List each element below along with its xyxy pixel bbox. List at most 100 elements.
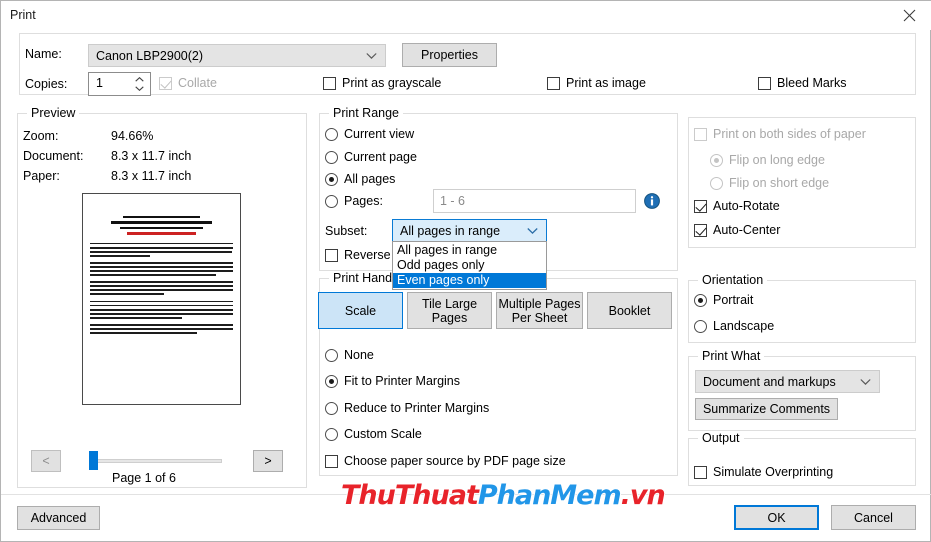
chevron-down-icon <box>527 227 538 234</box>
landscape-label: Landscape <box>713 319 775 333</box>
bleed-marks-label: Bleed Marks <box>777 76 847 90</box>
info-icon[interactable] <box>644 193 660 209</box>
window-title: Print <box>10 8 36 22</box>
collate-label: Collate <box>178 76 217 90</box>
flip-long-edge-label: Flip on long edge <box>729 153 825 167</box>
fit-margins-label: Fit to Printer Margins <box>344 374 461 388</box>
grayscale-check-box <box>323 76 336 90</box>
scale-none-radio <box>325 348 338 362</box>
tab-multiple-pages-per-sheet[interactable]: Multiple Pages Per Sheet <box>496 292 583 329</box>
radio-reduce-to-printer-margins[interactable]: Reduce to Printer Margins <box>325 401 489 415</box>
radio-flip-long-edge: Flip on long edge <box>710 153 825 167</box>
radio-portrait[interactable]: Portrait <box>694 293 753 307</box>
radio-pages[interactable]: Pages: <box>325 194 383 208</box>
summarize-comments-button[interactable]: Summarize Comments <box>695 398 838 420</box>
tab-scale[interactable]: Scale <box>318 292 403 329</box>
print-as-grayscale-checkbox[interactable]: Print as grayscale <box>323 76 441 90</box>
page-status-label: Page 1 of 6 <box>112 471 176 485</box>
subset-value: All pages in range <box>400 223 501 238</box>
ok-button[interactable]: OK <box>734 505 819 530</box>
print-as-image-checkbox[interactable]: Print as image <box>547 76 646 90</box>
radio-current-page[interactable]: Current page <box>325 150 417 164</box>
previous-page-button[interactable]: < <box>31 450 61 472</box>
subset-option-all-pages-in-range[interactable]: All pages in range <box>393 243 546 258</box>
print-range-legend: Print Range <box>329 106 404 120</box>
subset-dropdown-popup[interactable]: All pages in range Odd pages only Even p… <box>392 241 547 290</box>
printer-name-combo[interactable]: Canon LBP2900(2) <box>88 44 386 67</box>
chevron-up-icon <box>135 77 144 82</box>
site-watermark: ThuThuatPhanMem.vn <box>341 480 666 511</box>
orientation-legend: Orientation <box>698 273 768 287</box>
print-what-value: Document and markups <box>703 374 836 389</box>
copies-value: 1 <box>96 76 103 90</box>
portrait-label: Portrait <box>713 293 754 307</box>
custom-scale-label: Custom Scale <box>344 427 422 441</box>
radio-landscape[interactable]: Landscape <box>694 319 774 333</box>
output-legend: Output <box>698 431 744 445</box>
custom-scale-radio <box>325 427 338 441</box>
flip-short-edge-label: Flip on short edge <box>729 176 830 190</box>
simulate-overprinting-label: Simulate Overprinting <box>713 465 834 479</box>
paper-label: Paper: <box>23 169 60 183</box>
pages-radio <box>325 194 338 208</box>
auto-rotate-checkbox[interactable]: Auto-Rotate <box>694 199 780 213</box>
next-page-button[interactable]: > <box>253 450 283 472</box>
print-as-image-label: Print as image <box>566 76 646 90</box>
subset-option-odd-pages-only[interactable]: Odd pages only <box>393 258 546 273</box>
copies-spin-arrows[interactable] <box>132 73 147 95</box>
print-what-combo[interactable]: Document and markups <box>695 370 880 393</box>
bleed-marks-check-box <box>758 76 771 90</box>
pages-label: Pages: <box>344 194 383 208</box>
tab-booklet[interactable]: Booklet <box>587 292 672 329</box>
paper-value: 8.3 x 11.7 inch <box>111 169 192 183</box>
bleed-marks-checkbox[interactable]: Bleed Marks <box>758 76 846 90</box>
flip-long-edge-radio <box>710 153 723 167</box>
scale-none-label: None <box>344 348 374 362</box>
page-slider-track[interactable] <box>89 459 222 463</box>
auto-rotate-check-box <box>694 199 707 213</box>
chevron-down-icon <box>366 52 377 59</box>
advanced-button[interactable]: Advanced <box>17 506 100 530</box>
radio-custom-scale[interactable]: Custom Scale <box>325 427 422 441</box>
all-pages-radio <box>325 172 338 186</box>
radio-all-pages[interactable]: All pages <box>325 172 395 186</box>
thumbnail-heading-line <box>122 216 201 219</box>
pages-range-input[interactable]: 1 - 6 <box>433 189 636 213</box>
subset-combo[interactable]: All pages in range <box>392 219 547 242</box>
both-sides-check-box <box>694 127 707 141</box>
tab-tile-large-pages[interactable]: Tile Large Pages <box>407 292 492 329</box>
preview-legend: Preview <box>27 106 80 120</box>
auto-center-checkbox[interactable]: Auto-Center <box>694 223 780 237</box>
radio-current-view[interactable]: Current view <box>325 127 414 141</box>
subset-label: Subset: <box>325 224 368 238</box>
current-page-label: Current page <box>344 150 417 164</box>
cancel-button[interactable]: Cancel <box>831 505 916 530</box>
radio-fit-to-printer-margins[interactable]: Fit to Printer Margins <box>325 374 460 388</box>
subset-option-even-pages-only[interactable]: Even pages only <box>393 273 546 288</box>
watermark-part1: ThuThuat <box>341 480 479 511</box>
choose-paper-source-checkbox[interactable]: Choose paper source by PDF page size <box>325 454 566 468</box>
simulate-overprinting-check-box <box>694 465 707 479</box>
thumbnail-heading-line <box>120 226 203 230</box>
radio-scale-none[interactable]: None <box>325 348 374 362</box>
properties-button[interactable]: Properties <box>402 43 497 67</box>
copies-stepper[interactable]: 1 <box>88 72 151 96</box>
orientation-group: Orientation <box>688 273 916 343</box>
portrait-radio <box>694 293 707 307</box>
simulate-overprinting-checkbox[interactable]: Simulate Overprinting <box>694 465 833 479</box>
thumbnail-watermark-line <box>127 232 196 235</box>
chevron-down-icon <box>135 86 144 91</box>
page-preview-thumbnail <box>82 193 241 405</box>
flip-short-edge-radio <box>710 176 723 190</box>
fit-margins-radio <box>325 374 338 388</box>
print-as-image-check-box <box>547 76 560 90</box>
page-slider-thumb[interactable] <box>89 451 98 470</box>
both-sides-label: Print on both sides of paper <box>713 127 866 141</box>
close-icon[interactable] <box>886 1 931 29</box>
printer-name-label: Name: <box>25 47 62 61</box>
pages-range-value: 1 - 6 <box>440 194 466 208</box>
all-pages-label: All pages <box>344 172 396 186</box>
close-glyph <box>903 9 915 21</box>
reduce-margins-radio <box>325 401 338 415</box>
thumbnail-content <box>90 216 233 336</box>
